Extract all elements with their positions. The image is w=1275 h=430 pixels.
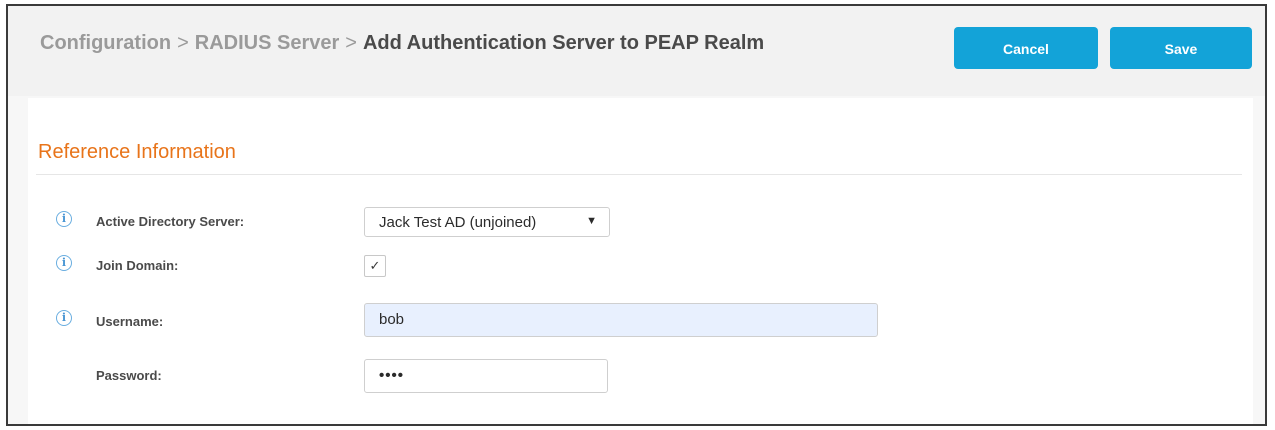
breadcrumb-separator: > bbox=[177, 32, 189, 54]
form-panel: Reference Information i Active Directory… bbox=[28, 98, 1253, 424]
breadcrumb-item-radius-server[interactable]: RADIUS Server bbox=[195, 32, 340, 54]
password-input[interactable]: •••• bbox=[364, 359, 608, 393]
info-icon[interactable]: i bbox=[56, 255, 72, 271]
info-icon[interactable]: i bbox=[56, 310, 72, 326]
join-domain-label: Join Domain: bbox=[96, 258, 179, 273]
join-domain-checkbox[interactable]: ✓ bbox=[364, 255, 386, 277]
username-input[interactable]: bob bbox=[364, 303, 878, 337]
page-frame: Configuration > RADIUS Server > Add Authenti… bbox=[6, 4, 1267, 426]
ad-server-label: Active Directory Server: bbox=[96, 214, 245, 229]
dropdown-arrow-icon: ▼ bbox=[586, 215, 597, 227]
info-icon[interactable]: i bbox=[56, 211, 72, 227]
section-title: Reference Information bbox=[38, 141, 236, 163]
section-divider bbox=[36, 174, 1242, 175]
breadcrumb-item-configuration[interactable]: Configuration bbox=[40, 32, 171, 54]
page-header: Configuration > RADIUS Server > Add Authenti… bbox=[8, 6, 1265, 96]
page-title: Add Authentication Server to PEAP Realm bbox=[362, 32, 765, 54]
password-label: Password: bbox=[96, 368, 162, 383]
ad-server-select[interactable]: Jack Test AD (unjoined) ▼ bbox=[364, 207, 610, 237]
username-label: Username: bbox=[96, 314, 164, 329]
save-button[interactable]: Save bbox=[1110, 27, 1252, 69]
ad-server-value: Jack Test AD (unjoined) bbox=[379, 214, 537, 231]
breadcrumb: Configuration > RADIUS Server > Add Authenti… bbox=[40, 32, 764, 55]
cancel-button[interactable]: Cancel bbox=[954, 27, 1098, 69]
breadcrumb-separator: > bbox=[345, 32, 357, 54]
